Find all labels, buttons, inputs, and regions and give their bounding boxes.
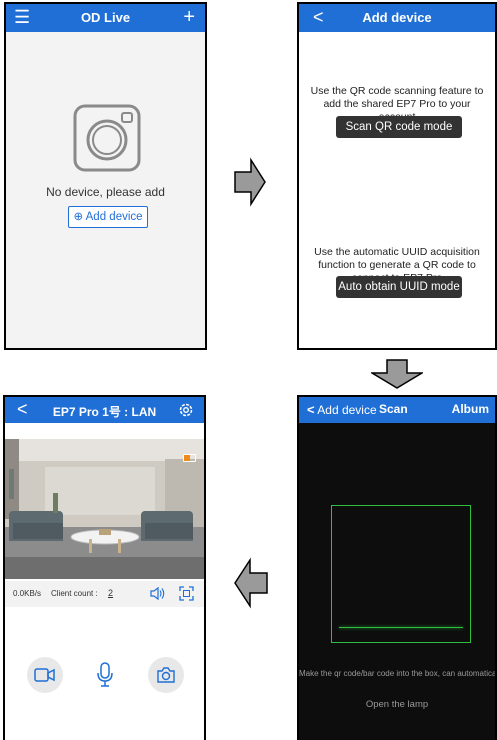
live-header: < EP7 Pro 1号 : LAN — [5, 397, 204, 423]
stream-speed: 0.0KB/s — [13, 589, 42, 598]
back-icon[interactable]: < Add device — [307, 402, 377, 417]
arrow-right-icon — [234, 157, 266, 207]
scan-hint: Make the qr code/bar code into the box, … — [299, 669, 497, 678]
scan-title: Scan — [379, 402, 408, 416]
home-header: ☰ OD Live + — [6, 4, 205, 32]
video-camera-icon — [34, 668, 55, 682]
battery-indicator-icon — [183, 454, 196, 462]
auto-uuid-button[interactable]: Auto obtain UUID mode — [336, 276, 462, 298]
client-count-value: 2 — [108, 588, 114, 598]
video-feed[interactable] — [5, 439, 204, 579]
arrow-down-icon — [371, 359, 423, 389]
arrow-left-icon — [234, 557, 268, 609]
app-title: OD Live — [80, 10, 131, 25]
snapshot-button[interactable] — [148, 657, 184, 693]
add-device-title: Add device — [362, 10, 432, 25]
back-label: Add device — [317, 403, 377, 417]
screen-scan: < Add device Scan Album Make the qr code… — [297, 395, 497, 740]
scan-qr-button[interactable]: Scan QR code mode — [336, 116, 462, 138]
add-device-label: Add device — [85, 211, 143, 223]
microphone-icon[interactable] — [95, 661, 115, 689]
stream-info-bar: 0.0KB/s Client count : 2 — [5, 581, 204, 607]
screen-live-view: < EP7 Pro 1号 : LAN 0.0KB/s Client count … — [3, 395, 206, 740]
record-video-button[interactable] — [27, 657, 63, 693]
add-circle-icon: ⊕ — [73, 211, 84, 223]
volume-icon[interactable] — [149, 586, 165, 601]
scan-line — [339, 627, 463, 628]
scan-frame — [331, 505, 471, 643]
fullscreen-icon[interactable] — [179, 586, 194, 601]
device-title: EP7 Pro 1号 : LAN — [52, 405, 157, 419]
empty-state-text: No device, please add — [46, 185, 165, 199]
settings-gear-icon[interactable] — [178, 402, 194, 418]
screen-add-device: < Add device Use the QR code scanning fe… — [297, 2, 497, 350]
room-scene-image — [5, 439, 204, 579]
album-link[interactable]: Album — [452, 402, 489, 416]
camera-snapshot-icon — [157, 667, 175, 683]
plus-icon[interactable]: + — [183, 7, 195, 27]
open-lamp-button[interactable]: Open the lamp — [299, 699, 495, 710]
camera-placeholder-icon — [73, 104, 141, 172]
scan-header: < Add device Scan Album — [299, 397, 495, 423]
screen-home: ☰ OD Live + No device, please add ⊕ Add … — [4, 2, 207, 350]
add-device-button[interactable]: ⊕ Add device — [68, 206, 148, 228]
add-device-header: < Add device — [299, 4, 495, 32]
client-count-label: Client count : — [51, 589, 98, 598]
